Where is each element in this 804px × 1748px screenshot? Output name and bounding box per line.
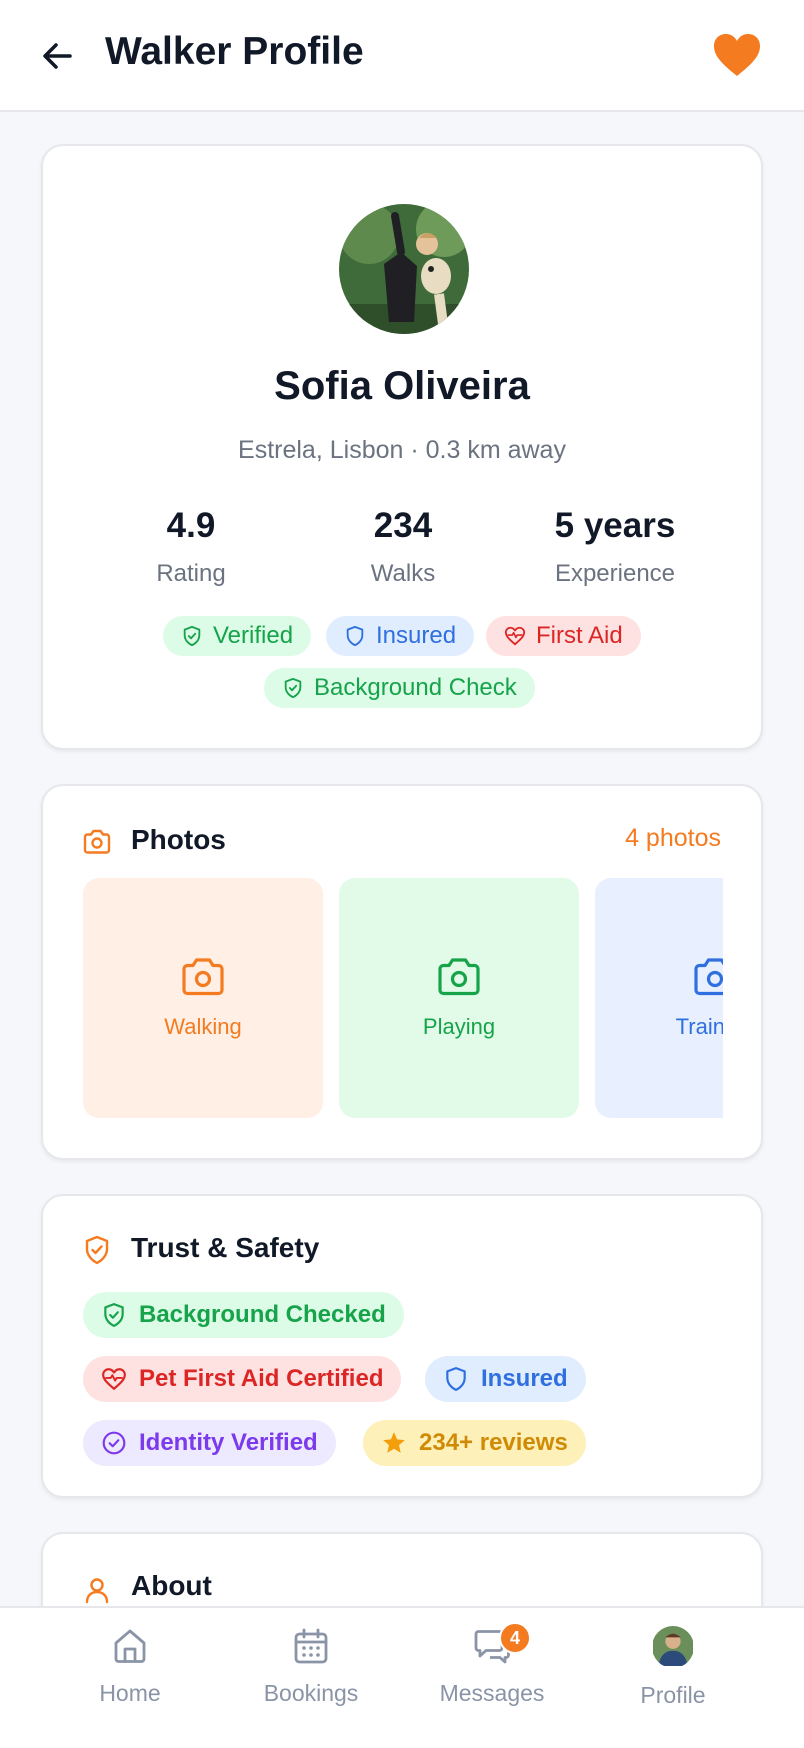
- walker-location: Estrela, Lisbon · 0.3 km away: [238, 436, 566, 464]
- stat-label: Walks: [370, 560, 436, 587]
- badge-insured: Insured: [326, 616, 475, 656]
- nav-home[interactable]: Home: [40, 1626, 220, 1707]
- badge-label: Background Check: [314, 674, 517, 701]
- shield-check-icon: [85, 1235, 109, 1265]
- badge-label: 234+ reviews: [419, 1429, 568, 1456]
- stat-value: 5 years: [554, 506, 676, 545]
- stat-label: Rating: [156, 560, 226, 587]
- trust-badge-reviews: 234+ reviews: [363, 1420, 586, 1466]
- badge-label: Insured: [376, 622, 457, 649]
- page-title: Walker Profile: [105, 30, 364, 73]
- nav-bookings[interactable]: Bookings: [221, 1626, 401, 1707]
- nav-label: Profile: [640, 1682, 706, 1708]
- camera-icon: [694, 958, 723, 996]
- avatar: [339, 204, 469, 334]
- photo-tile[interactable]: Playing: [339, 878, 579, 1118]
- calendar-icon: [294, 1628, 328, 1664]
- arrow-left-icon: [43, 43, 72, 69]
- stat-walks: 234 Walks: [293, 506, 513, 588]
- photo-count[interactable]: 4 photos: [625, 824, 721, 853]
- nav-label: Home: [99, 1680, 161, 1706]
- section-title: Trust & Safety: [131, 1232, 320, 1263]
- heart-pulse-icon: [102, 1368, 126, 1390]
- walker-name: Sofia Oliveira: [274, 364, 530, 408]
- section-title: Photos: [131, 824, 226, 855]
- nav-label: Messages: [439, 1680, 545, 1706]
- badge-first-aid: First Aid: [486, 616, 641, 656]
- camera-icon: [83, 829, 111, 854]
- nav-profile[interactable]: Profile: [583, 1626, 763, 1709]
- check-circle-icon: [102, 1431, 126, 1455]
- badge-label: Insured: [481, 1365, 568, 1392]
- photo-label: Walking: [164, 1014, 242, 1039]
- photo-label: Playing: [422, 1014, 496, 1039]
- favorite-button[interactable]: [712, 32, 762, 78]
- photo-tile[interactable]: Walking: [83, 878, 323, 1118]
- stat-rating: 4.9 Rating: [81, 506, 301, 588]
- avatar: [652, 1626, 694, 1668]
- photo-label: Training: [675, 1014, 723, 1039]
- trust-badge-background-checked: Background Checked: [83, 1292, 404, 1338]
- trust-badge-first-aid: Pet First Aid Certified: [83, 1356, 402, 1402]
- home-icon: [114, 1629, 146, 1663]
- bottom-navigation: Home Bookings 4 Messages Profile: [0, 1606, 804, 1748]
- trust-badge-insured: Insured: [425, 1356, 586, 1402]
- shield-check-icon: [104, 1303, 124, 1327]
- heart-pulse-icon: [504, 626, 526, 646]
- user-icon: [85, 1578, 109, 1604]
- badge-label: Identity Verified: [139, 1429, 318, 1456]
- profile-card: Sofia Oliveira Estrela, Lisbon · 0.3 km …: [41, 144, 763, 750]
- camera-icon: [182, 958, 224, 996]
- back-button[interactable]: [38, 36, 78, 76]
- badge-label: First Aid: [536, 622, 623, 649]
- photo-tile[interactable]: Training: [595, 878, 723, 1118]
- camera-icon: [438, 958, 480, 996]
- photo-carousel[interactable]: Walking Playing Training: [83, 878, 723, 1118]
- star-icon: [383, 1432, 405, 1453]
- shield-icon: [346, 625, 364, 647]
- badge-label: Background Checked: [139, 1301, 386, 1328]
- shield-check-icon: [284, 677, 302, 699]
- heart-icon: [714, 34, 760, 76]
- unread-badge: 4: [499, 1622, 531, 1654]
- stat-label: Experience: [554, 560, 676, 587]
- trust-badge-identity-verified: Identity Verified: [83, 1420, 336, 1466]
- stat-value: 234: [373, 506, 433, 545]
- nav-label: Bookings: [263, 1680, 359, 1706]
- badge-background-check: Background Check: [264, 668, 535, 708]
- shield-icon: [446, 1367, 466, 1391]
- badge-label: Verified: [213, 622, 294, 649]
- badge-label: Pet First Aid Certified: [139, 1365, 384, 1392]
- photos-card: Photos 4 photos Walking Playing Training: [41, 784, 763, 1160]
- top-app-bar: Walker Profile: [0, 0, 804, 112]
- stat-value: 4.9: [166, 506, 216, 545]
- section-title: About: [131, 1570, 212, 1601]
- shield-check-icon: [183, 625, 201, 647]
- trust-safety-card: Trust & Safety Background Checked Pet Fi…: [41, 1194, 763, 1498]
- badge-verified: Verified: [163, 616, 312, 656]
- stat-experience: 5 years Experience: [505, 506, 725, 588]
- nav-messages[interactable]: 4 Messages: [402, 1622, 582, 1707]
